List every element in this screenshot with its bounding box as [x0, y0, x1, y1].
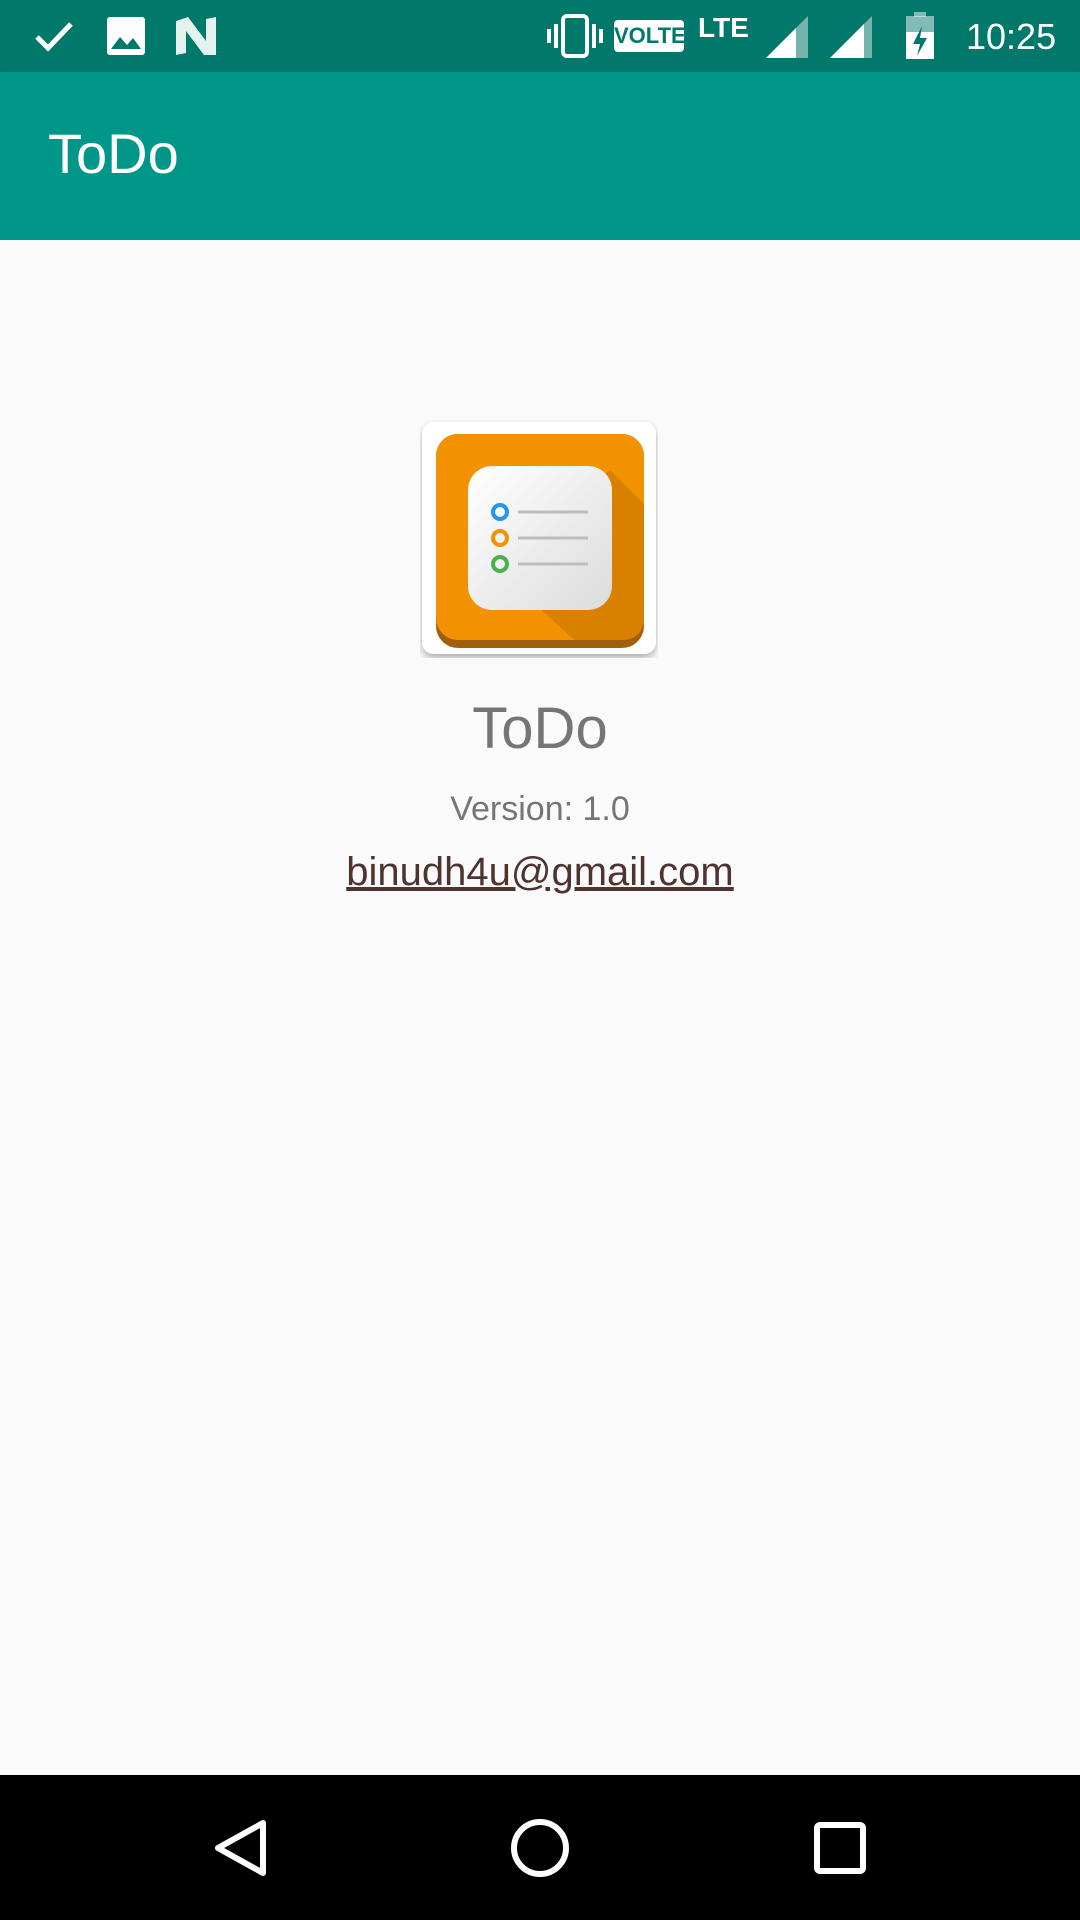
battery-charging-icon: [906, 12, 934, 59]
signal-icon: [830, 16, 872, 58]
check-icon: [35, 22, 73, 52]
volte-badge: VOLTE: [614, 20, 686, 52]
status-bar: VOLTE LTE 10:25: [0, 0, 1080, 72]
home-icon[interactable]: [505, 1813, 575, 1883]
n-logo-icon: [176, 17, 216, 55]
image-icon: [107, 17, 145, 55]
status-time: 10:25: [966, 16, 1057, 57]
navigation-bar: [0, 1775, 1080, 1920]
recents-icon[interactable]: [805, 1813, 875, 1883]
about-app-name: ToDo: [472, 696, 608, 761]
network-type-label: LTE: [698, 12, 749, 43]
vibrate-icon: [547, 14, 603, 58]
app-bar-title: ToDo: [48, 122, 179, 185]
app-bar: ToDo: [0, 72, 1080, 240]
about-email-link[interactable]: binudh4u@gmail.com: [0, 852, 1080, 892]
signal-icon: [766, 16, 808, 58]
back-icon[interactable]: [206, 1813, 276, 1883]
about-content: ToDo Version: 1.0 binudh4u@gmail.com: [0, 240, 1080, 1775]
about-version: Version: 1.0: [450, 790, 630, 828]
app-logo-icon: [422, 422, 656, 654]
